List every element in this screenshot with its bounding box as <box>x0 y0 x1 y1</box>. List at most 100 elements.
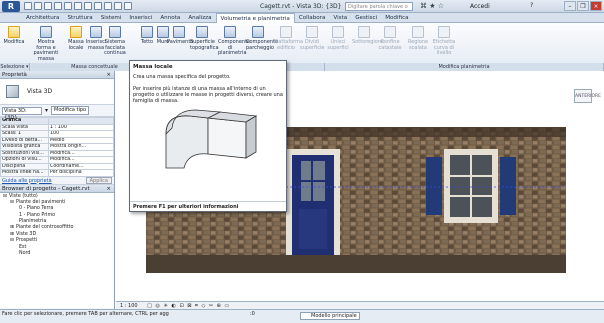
tab-analizza[interactable]: Analizza <box>184 13 215 22</box>
tab-sistemi[interactable]: Sistemi <box>97 13 126 22</box>
undo-icon[interactable] <box>44 2 52 10</box>
ribbon-tool-label: Piattaforma edificio <box>274 39 304 51</box>
property-name: Sostituzioni visi... <box>0 149 49 157</box>
ribbon-tool-componente-parcheggio[interactable]: Componente parcheggio <box>246 26 278 51</box>
type-selector[interactable]: Vista 3D <box>0 79 114 105</box>
ribbon-tool-sistema-facciata-continua[interactable]: Sistema facciata continua <box>103 26 127 57</box>
regione-scalata-icon <box>412 26 424 38</box>
view-cube[interactable]: ANTERIORE <box>574 89 601 103</box>
tab-struttura[interactable]: Struttura <box>63 13 96 22</box>
measure-icon[interactable] <box>74 2 82 10</box>
properties-table: Grafica Scala vista 1 : 100 Scala: 1 100 Live… <box>0 117 114 177</box>
expand-toggle-icon[interactable]: ⊟ <box>3 194 7 199</box>
mass-illustration <box>165 109 258 169</box>
3d-view-icon[interactable] <box>94 2 102 10</box>
ribbon-tool-etichetta-curva-di-livello[interactable]: Etichetta curva di livello <box>432 26 456 57</box>
ribbon-tool-label: Unisci superfici <box>327 39 349 51</box>
ribbon-tool-mostra-forma-e-pavimenti-massa[interactable]: Mostra forma e pavimenti massa <box>30 26 62 62</box>
project-browser-header: Browser di progetto - Cagett.rvt × <box>0 184 114 193</box>
ribbon-tool-confine-catastale[interactable]: Confine catastale <box>378 26 402 51</box>
properties-header: Proprietà × <box>0 71 114 79</box>
browser-node-label: Viste (tutto) <box>9 193 38 199</box>
confine-catastale-icon <box>384 26 396 38</box>
ribbon-tool-label: Modifica <box>3 39 25 45</box>
expand-toggle-icon[interactable]: ⊟ <box>10 238 14 243</box>
ribbon-tool-unisci-superfici[interactable]: Unisci superfici <box>326 26 350 51</box>
tab-architettura[interactable]: Architettura <box>22 13 63 22</box>
tooltip-description: Crea una massa specifica del progetto. <box>133 74 231 80</box>
ribbon-tool-piattaforma-edificio[interactable]: Piattaforma edificio <box>274 26 304 51</box>
tab-gestisci[interactable]: Gestisci <box>351 13 381 22</box>
minimize-button[interactable]: – <box>564 1 576 11</box>
sign-in-button[interactable]: Accedi <box>470 3 490 10</box>
application-menu-button[interactable]: R <box>2 1 20 12</box>
close-button[interactable]: × <box>590 1 602 11</box>
ribbon-tool-label: Sistema facciata continua <box>104 39 126 56</box>
tab-collabora[interactable]: Collabora <box>295 13 330 22</box>
ribbon-panel-label: Modifica planimetria <box>325 63 604 71</box>
sistema-facciata-continua-icon <box>109 26 121 38</box>
apply-button[interactable]: Applica <box>85 176 112 184</box>
chevron-down-icon[interactable]: ▾ <box>45 107 48 114</box>
ribbon-tool-label: Pavimento <box>167 39 194 45</box>
print-icon[interactable] <box>64 2 72 10</box>
infocenter-icons[interactable]: ⌘ ★ ☆ <box>420 2 444 10</box>
piattaforma-edificio-icon <box>280 26 292 38</box>
browser-node-label: Prospetti <box>16 238 38 244</box>
section-icon[interactable] <box>104 2 112 10</box>
browser-node[interactable]: Nord <box>0 251 114 257</box>
mostra-forma-e-pavimenti-massa-icon <box>40 26 52 38</box>
restore-button[interactable]: ❐ <box>577 1 589 11</box>
dividi-superficie-icon <box>306 26 318 38</box>
text-icon[interactable] <box>84 2 92 10</box>
expand-toggle-icon[interactable]: ⊟ <box>10 200 14 205</box>
browser-node-label: Piante dei pavimenti <box>16 199 66 205</box>
help-icon[interactable]: ? <box>530 2 533 9</box>
expand-toggle-icon[interactable]: ⊞ <box>10 232 14 237</box>
view-selector-dropdown[interactable]: Vista 3D: {3D} <box>2 106 42 121</box>
modifica-icon <box>8 26 20 38</box>
save-icon[interactable] <box>34 2 42 10</box>
status-zero: :0 <box>250 311 255 317</box>
ribbon-tool-pavimento[interactable]: Pavimento <box>167 26 194 46</box>
tab-annota[interactable]: Annota <box>156 13 184 22</box>
browser-node-label: Viste 3D <box>16 231 37 237</box>
close-icon[interactable]: × <box>106 185 111 193</box>
browser-node-label: Piante del controsoffitto <box>16 225 74 231</box>
redo-icon[interactable] <box>54 2 62 10</box>
ribbon-tool-label: Sottoregione <box>352 39 385 45</box>
close-icon[interactable]: × <box>106 71 111 79</box>
property-value[interactable]: Per disciplina <box>48 169 114 177</box>
window-controls: – ❐ × <box>564 1 602 11</box>
browser-node-label: 1 - Piano Primo <box>19 212 56 218</box>
project-browser-title: Browser di progetto - Cagett.rvt <box>2 185 90 192</box>
ribbon-tabs: Architettura Struttura Sistemi Inserisci Ann… <box>0 13 604 24</box>
ribbon-tool-sottoregione[interactable]: Sottoregione <box>352 26 385 46</box>
view-control-bar: 1 : 100 □ ◎ ☀ ◐ ⊡ ⊠ ⌗ ◇ ✂ ⊕ ▭ <box>116 301 604 309</box>
switch-windows-icon[interactable] <box>124 2 132 10</box>
type-name: Vista 3D <box>27 88 53 95</box>
search-input[interactable]: Digitare parola chiave o frase <box>345 2 413 18</box>
tab-modifica[interactable]: Modifica <box>381 13 412 22</box>
edit-type-button[interactable]: Modifica tipo <box>51 106 90 115</box>
inserisci-massa-icon <box>90 26 102 38</box>
ribbon-tool-label: Componente di planimetria <box>218 39 251 56</box>
ribbon-tool-regione-scalata[interactable]: Regione scalata <box>406 26 430 51</box>
active-model-field[interactable]: Modello principale <box>300 312 360 320</box>
close-hidden-icon[interactable] <box>114 2 122 10</box>
properties-help-link[interactable]: Guida alle proprietà <box>2 177 52 184</box>
property-row[interactable]: Mostra linee na... Per disciplina <box>0 169 114 177</box>
componente-parcheggio-icon <box>252 26 264 38</box>
ribbon-tool-superficie-topografica[interactable]: Superficie topografica <box>190 26 219 51</box>
tab-inserisci[interactable]: Inserisci <box>125 13 156 22</box>
open-icon[interactable] <box>24 2 32 10</box>
browser-node-label: 0 - Piano Terra <box>19 206 54 212</box>
ribbon-tool-componente-di-planimetria[interactable]: Componente di planimetria <box>218 26 251 57</box>
expand-toggle-icon[interactable]: ⊞ <box>10 225 14 230</box>
massa-locale-icon <box>70 26 82 38</box>
ribbon-tool-modifica[interactable]: Modifica <box>2 26 26 46</box>
ribbon-tool-dividi-superficie[interactable]: Dividi superficie <box>300 26 324 51</box>
title-bar: R Cagett.rvt - Vista 3D: {3D} Digitare p… <box>0 0 604 18</box>
ribbon-panel-label[interactable]: Selezione ▾ <box>0 63 30 71</box>
tab-vista[interactable]: Vista <box>329 13 351 22</box>
